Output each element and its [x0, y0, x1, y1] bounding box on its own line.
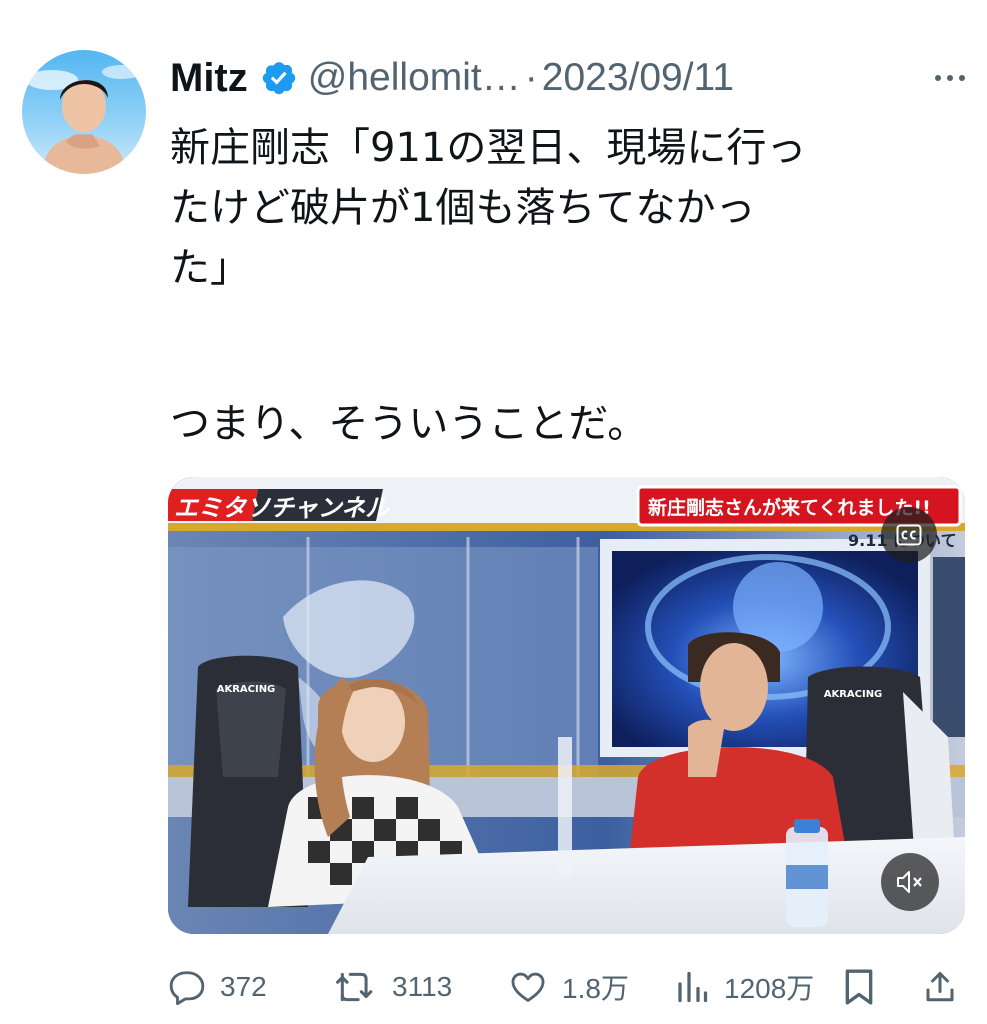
bookmark-button[interactable] — [842, 962, 876, 1012]
repost-icon — [336, 972, 373, 1002]
channel-name-text: エミタソチャンネル — [174, 494, 391, 522]
tweet-header: Mitz @hellomit… · 2023/09/11 — [170, 52, 967, 104]
tweet-text-line: たけど破片が1個も落ちてなかっ — [170, 185, 756, 231]
share-icon — [926, 972, 954, 1002]
author-handle[interactable]: @hellomit… — [308, 56, 521, 100]
reply-icon — [169, 971, 205, 1006]
more-options-icon[interactable] — [935, 75, 967, 81]
avatar-image — [26, 65, 142, 174]
bookmark-icon — [845, 969, 873, 1005]
views-count: 1208万 — [724, 973, 815, 1004]
verified-badge-icon — [262, 62, 295, 95]
channel-logo-banner: エミタソチャンネル — [168, 489, 391, 522]
views-chart-icon — [678, 971, 708, 1003]
video-player[interactable]: AKRACING AKRACING エミタソチャンネル 新庄剛志さんが来てくれま… — [168, 477, 965, 934]
reply-button[interactable]: 372 — [168, 962, 267, 1012]
video-frame: AKRACING AKRACING エミタソチャンネル 新庄剛志さんが来てくれま… — [168, 477, 965, 934]
repost-count: 3113 — [392, 971, 453, 1002]
views-button[interactable]: 1208万 — [674, 962, 814, 1012]
tweet-text-line: た」 — [170, 245, 250, 291]
tweet-text-line: 新庄剛志「911の翌日、現場に行っ — [170, 125, 807, 171]
mute-toggle-button[interactable] — [881, 853, 939, 911]
chair-brand-label: AKRACING — [824, 689, 883, 700]
chair-brand-label: AKRACING — [217, 684, 276, 695]
share-button[interactable] — [922, 962, 958, 1012]
repost-button[interactable]: 3113 — [332, 962, 452, 1012]
tweet-action-bar: 372 3113 1.8万 1208万 — [168, 962, 968, 1012]
author-name[interactable]: Mitz — [170, 56, 248, 101]
closed-captions-icon — [896, 524, 922, 546]
speaker-muted-icon — [897, 871, 922, 893]
heart-icon — [511, 972, 545, 1002]
like-count: 1.8万 — [562, 973, 629, 1004]
tweet-date[interactable]: 2023/09/11 — [542, 56, 734, 100]
header-separator: · — [524, 56, 538, 99]
like-button[interactable]: 1.8万 — [508, 962, 629, 1012]
tweet-text: 新庄剛志「911の翌日、現場に行っ たけど破片が1個も落ちてなかっ た」 つまり… — [170, 118, 960, 454]
reply-count: 372 — [220, 971, 267, 1002]
author-avatar[interactable] — [22, 50, 146, 174]
captions-button[interactable] — [881, 507, 937, 563]
tweet-text-line: つまり、そういうことだ。 — [170, 401, 648, 447]
